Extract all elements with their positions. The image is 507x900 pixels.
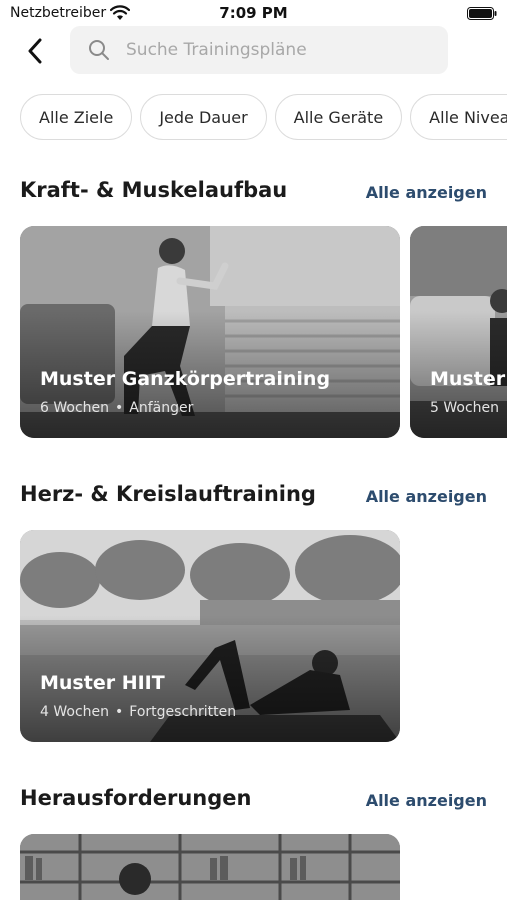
section-title-strength: Kraft- & Muskelaufbau (20, 178, 288, 202)
search-bar[interactable] (70, 26, 448, 74)
filter-level[interactable]: Alle Niveaus (410, 94, 507, 140)
workout-photo (20, 834, 400, 900)
card-meta: 4 Wochen • Fortgeschritten (40, 704, 236, 720)
card-challenge-partial[interactable] (20, 834, 400, 900)
top-navigation (0, 24, 507, 76)
card-title: Muster HIIT (40, 672, 165, 694)
meta-separator: • (115, 704, 124, 720)
card-meta: 6 Wochen • Anfänger (40, 400, 193, 416)
card-hiit-workout[interactable]: Muster HIIT 4 Wochen • Fortgeschritten (20, 530, 400, 742)
section-title-challenges: Herausforderungen (20, 786, 252, 810)
status-time: 7:09 PM (219, 4, 288, 22)
meta-separator: • (115, 400, 124, 416)
card-title: Muster Ganzkörpertraining (40, 368, 331, 390)
card-duration: 6 Wochen (40, 400, 110, 416)
filter-duration[interactable]: Jede Dauer (140, 94, 267, 140)
card-level: Anfänger (129, 400, 194, 416)
card-title: Muster (430, 368, 506, 390)
card-level: Fortgeschritten (129, 704, 237, 720)
filter-goals[interactable]: Alle Ziele (20, 94, 133, 140)
card-meta: 5 Wochen (430, 400, 499, 416)
search-icon (89, 40, 109, 60)
card-duration: 4 Wochen (40, 704, 110, 720)
back-button[interactable] (20, 36, 50, 66)
see-all-challenges[interactable]: Alle anzeigen (366, 791, 487, 810)
search-input[interactable] (124, 39, 428, 61)
chevron-left-icon (28, 38, 42, 64)
section-title-cardio: Herz- & Kreislauftraining (20, 482, 316, 506)
battery-icon (467, 7, 497, 20)
see-all-cardio[interactable]: Alle anzeigen (366, 487, 487, 506)
filter-equipment[interactable]: Alle Geräte (274, 94, 403, 140)
card-duration: 5 Wochen (430, 400, 500, 416)
card-fullbody-workout[interactable]: Muster Ganzkörpertraining 6 Wochen • Anfän… (20, 226, 400, 438)
filter-chips: Alle Ziele Jede Dauer Alle Geräte Alle Nive… (20, 94, 507, 140)
card-second-workout[interactable]: Muster 5 Wochen (410, 226, 507, 438)
see-all-strength[interactable]: Alle anzeigen (366, 183, 487, 202)
